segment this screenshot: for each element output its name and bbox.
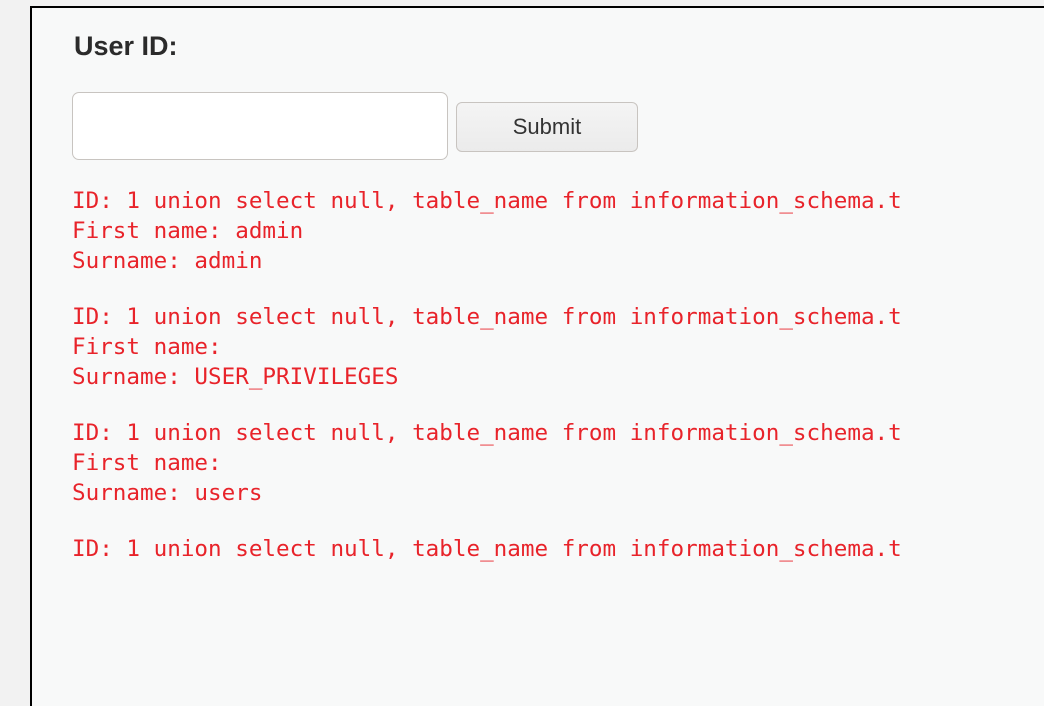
result-entry: ID: 1 union select null, table_name from… xyxy=(72,418,902,508)
vulnerable-code-area: User ID: Submit ID: 1 union select null,… xyxy=(30,6,1044,706)
result-id-line: ID: 1 union select null, table_name from… xyxy=(72,188,902,214)
result-entry: ID: 1 union select null, table_name from… xyxy=(72,534,902,624)
query-results: ID: 1 union select null, table_name from… xyxy=(72,186,902,650)
submit-button[interactable]: Submit xyxy=(456,102,638,152)
result-surname-line: Surname: users xyxy=(72,480,263,506)
user-id-input[interactable] xyxy=(72,92,448,160)
result-entry: ID: 1 union select null, table_name from… xyxy=(72,302,902,392)
result-surname-line: Surname: admin xyxy=(72,248,263,274)
result-first-name-line: First name: xyxy=(72,334,236,360)
result-id-line: ID: 1 union select null, table_name from… xyxy=(72,536,902,562)
result-surname-line: Surname: USER_PRIVILEGES xyxy=(72,364,399,390)
result-first-name-line: First name: admin xyxy=(72,218,304,244)
result-first-name-line: First name: xyxy=(72,450,236,476)
user-id-label: User ID: xyxy=(74,31,178,61)
result-id-line: ID: 1 union select null, table_name from… xyxy=(72,420,902,446)
result-id-line: ID: 1 union select null, table_name from… xyxy=(72,304,902,330)
result-first-name-line xyxy=(72,564,902,594)
result-entry: ID: 1 union select null, table_name from… xyxy=(72,186,902,276)
result-surname-line xyxy=(72,594,902,624)
